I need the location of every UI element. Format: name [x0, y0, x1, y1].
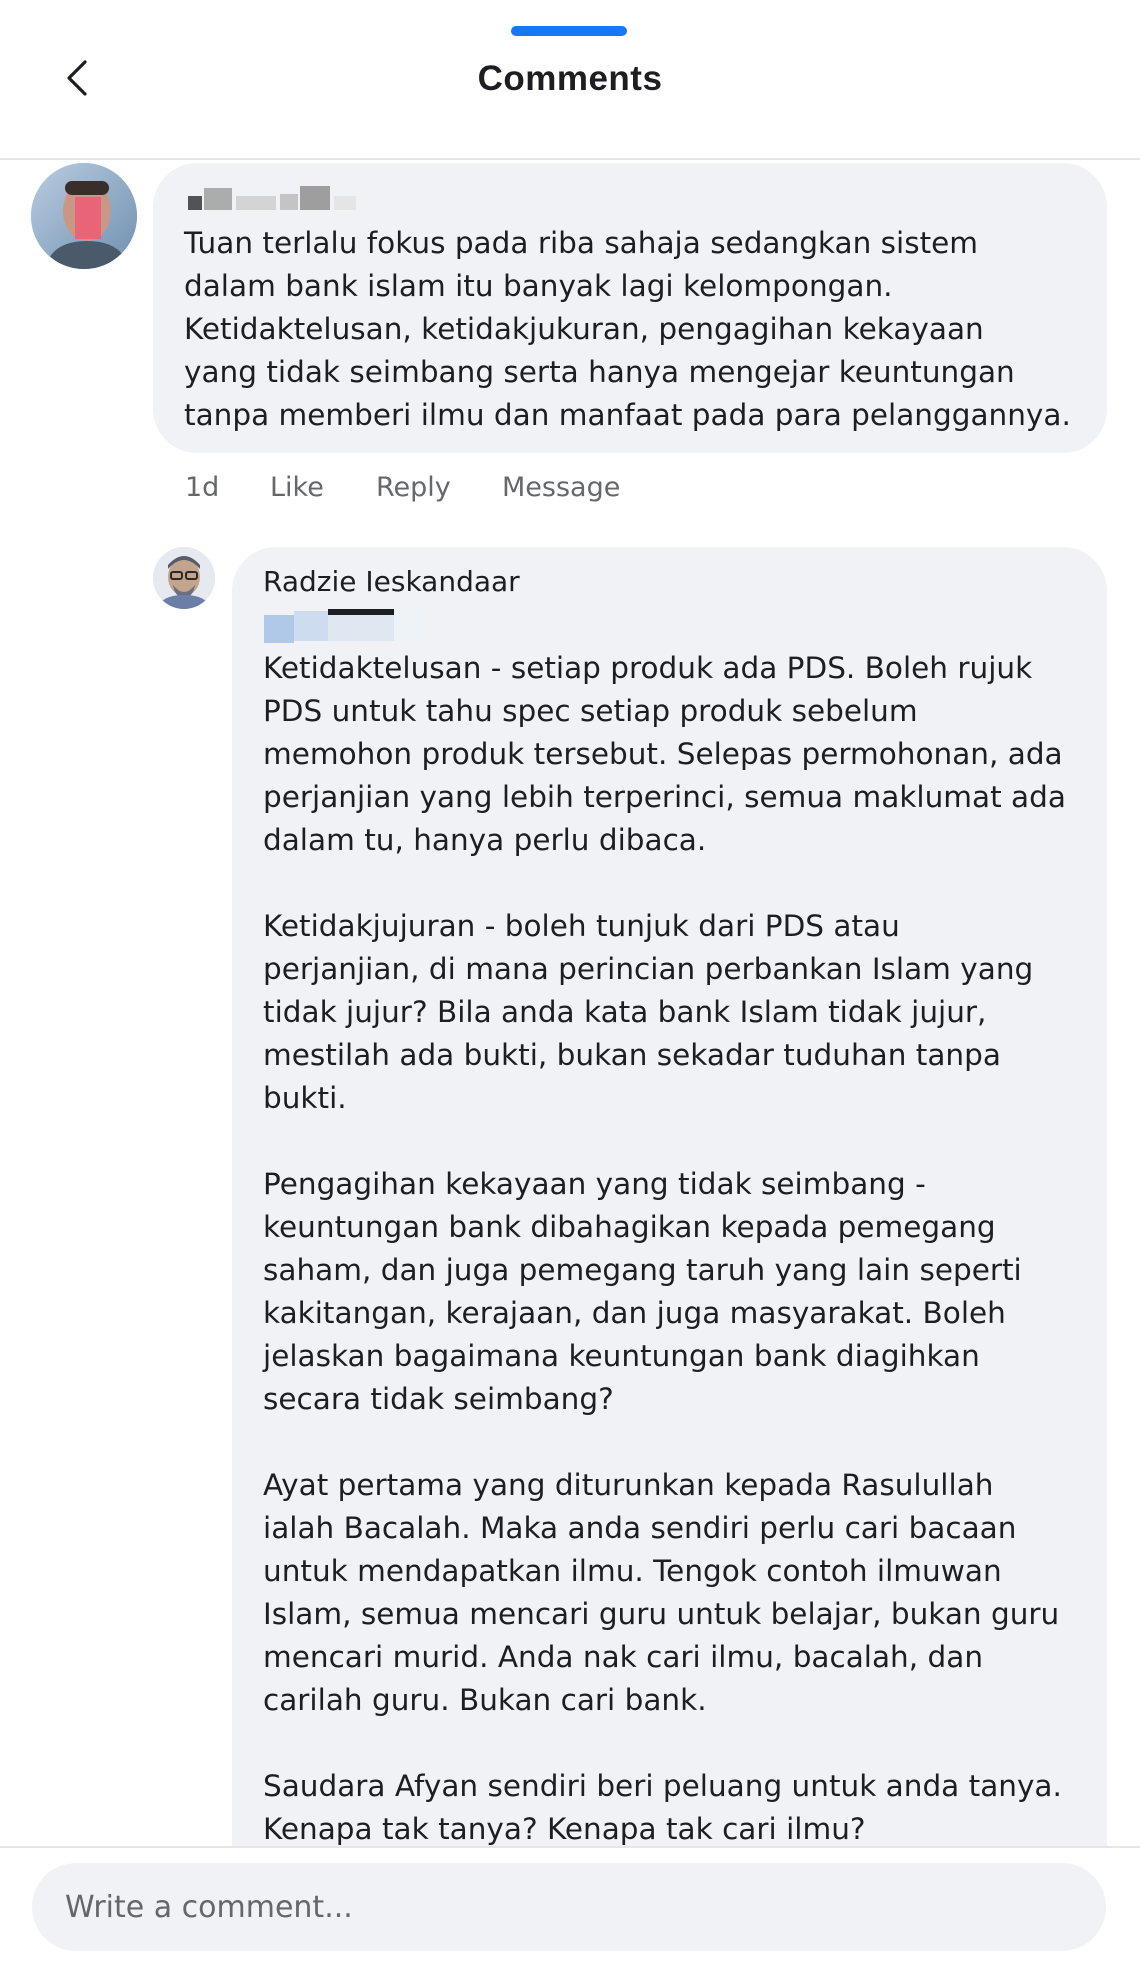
- redacted-author-name: [188, 186, 356, 210]
- header-divider: [0, 158, 1140, 160]
- reply-author-name[interactable]: Radzie Ieskandaar: [263, 562, 520, 602]
- comments-screen: Comments Tuan terlalu fokus pada riba sa…: [0, 0, 1140, 1968]
- comment-input[interactable]: [32, 1863, 1106, 1951]
- message-button[interactable]: Message: [502, 472, 620, 503]
- avatar-photo: [31, 163, 137, 269]
- composer-divider: [0, 1846, 1140, 1848]
- avatar[interactable]: [153, 547, 215, 609]
- reply-text: Ketidaktelusan - setiap produk ada PDS. …: [263, 651, 1066, 1846]
- reply-button[interactable]: Reply: [376, 472, 502, 503]
- comment-text: Tuan terlalu fokus pada riba sahaja seda…: [184, 226, 1071, 432]
- page-title: Comments: [477, 59, 663, 98]
- like-button[interactable]: Like: [270, 472, 376, 503]
- avatar[interactable]: [31, 163, 137, 269]
- redacted-badge: [264, 609, 424, 643]
- comment-timestamp: 1d: [185, 471, 220, 503]
- drag-handle[interactable]: [511, 26, 627, 36]
- comment-actions: 1d Like Reply Message: [185, 467, 620, 507]
- avatar-photo: [153, 547, 215, 609]
